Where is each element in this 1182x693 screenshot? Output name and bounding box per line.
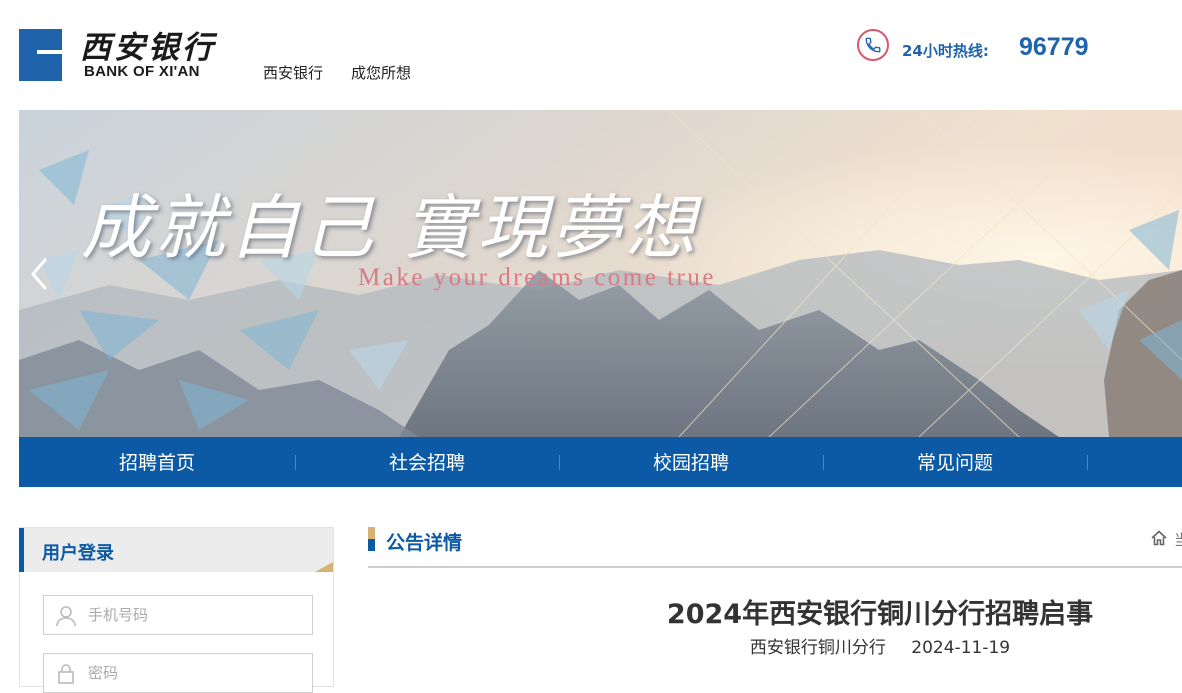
nav-item-social-recruitment[interactable]: 社会招聘 [295,437,559,487]
section-header: 公告详情 当 [368,527,1182,567]
login-title: 用户登录 [42,543,114,564]
breadcrumb: 当 [1174,531,1182,549]
section-divider [368,566,1182,568]
section-marker-gold [368,527,375,539]
corner-decoration-icon [315,562,333,572]
logo-english-name[interactable]: BANK OF XI'AN [84,63,200,80]
hero-banner[interactable]: 成就自己 實現夢想 Make your dreams come true [19,110,1182,437]
logo-chinese-name[interactable]: 西安银行 [80,22,216,67]
header: 西安银行 BANK OF XI'AN 西安银行 成您所想 24小时热线: 967… [0,0,1182,110]
hotline-label: 24小时热线: [902,42,989,60]
notice-title: 2024年西安银行铜川分行招聘启事 [666,599,1094,630]
main-nav: 招聘首页 社会招聘 校园招聘 常见问题 招 [19,437,1182,487]
bank-logo-icon[interactable] [19,29,62,81]
lock-icon [58,664,74,684]
phone-field[interactable] [43,595,313,635]
nav-item-recruitment-more[interactable]: 招 [1087,437,1182,487]
user-icon [56,606,76,627]
password-field[interactable] [43,653,313,693]
banner-subtitle: Make your dreams come true [358,264,716,291]
section-title: 公告详情 [386,532,463,554]
slogan-part-2: 成您所想 [351,64,412,82]
slogan-part-1: 西安银行 [263,64,324,82]
notice-date: 2024-11-19 [911,638,1011,658]
nav-item-campus-recruitment[interactable]: 校园招聘 [559,437,823,487]
nav-item-home[interactable]: 招聘首页 [19,437,295,487]
hotline-number: 96779 [1019,33,1089,61]
login-panel-header: 用户登录 [19,528,333,572]
home-icon[interactable] [1150,529,1168,547]
nav-item-faq[interactable]: 常见问题 [823,437,1087,487]
chevron-left-icon[interactable] [25,254,55,294]
phone-input[interactable] [88,604,298,626]
section-marker-blue [368,539,375,551]
section-marker [368,527,375,551]
notice-source: 西安银行铜川分行 [749,638,886,658]
login-panel: 用户登录 [19,527,334,693]
banner-title: 成就自己 實現夢想 [81,187,700,269]
phone-icon [857,29,889,61]
password-input[interactable] [88,662,298,684]
notice-meta: 西安银行铜川分行 2024-11-19 [368,633,1182,658]
header-accent-bar [19,528,24,572]
